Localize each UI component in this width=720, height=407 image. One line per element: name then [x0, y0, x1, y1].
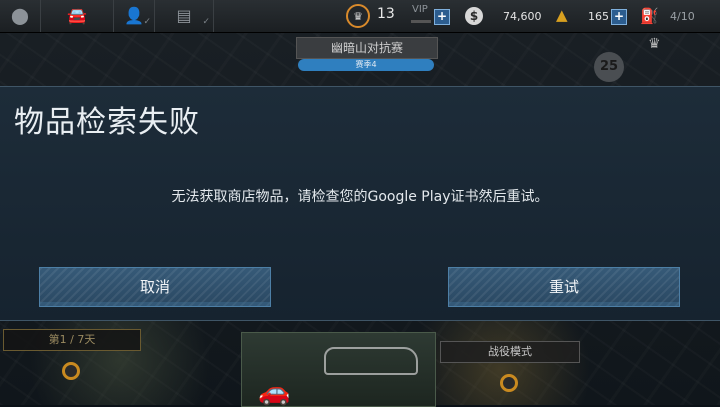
- campaign-mode-button[interactable]: 战役模式: [440, 341, 580, 363]
- daily-progress-label[interactable]: 第1 / 7天: [3, 329, 141, 351]
- map-marker-icon[interactable]: [62, 362, 80, 380]
- news-icon: ▤: [176, 6, 192, 25]
- dialog-message: 无法获取商店物品，请检查您的Google Play证书然后重试。: [171, 189, 549, 205]
- gold-amount: 165: [588, 10, 609, 23]
- vip-progress-bar: [411, 20, 431, 23]
- user-add-icon: 👤: [124, 6, 144, 25]
- garage-button[interactable]: 🚘: [41, 0, 114, 32]
- garage-preview[interactable]: 🚗: [241, 332, 436, 407]
- event-title: 幽暗山对抗赛: [296, 37, 438, 59]
- check-icon: ✓: [143, 17, 151, 27]
- vip-label: VIP: [412, 4, 428, 15]
- car-icon: 🚘: [67, 6, 87, 25]
- crown-icon: ♛: [648, 36, 661, 52]
- fuel-count: 4/10: [670, 10, 695, 23]
- fuel-pump-icon: ⛽: [640, 7, 659, 25]
- cancel-button[interactable]: 取消: [39, 267, 271, 307]
- crown-count: 13: [377, 6, 395, 22]
- retry-button[interactable]: 重试: [448, 267, 680, 307]
- dollar-coin-icon: $: [465, 7, 483, 25]
- map-button[interactable]: ⬤: [0, 0, 41, 32]
- map-marker-icon[interactable]: [500, 374, 518, 392]
- dialog-title: 物品检索失败: [14, 105, 200, 140]
- car-icon: 🚗: [258, 377, 291, 407]
- car-silhouette: [324, 347, 418, 375]
- check-icon: ✓: [202, 17, 210, 27]
- gold-plus-button[interactable]: +: [611, 9, 627, 25]
- gold-bars-icon: ▲: [556, 6, 568, 24]
- news-button[interactable]: ▤ ✓: [155, 0, 214, 32]
- event-season-bar: 赛季4: [298, 59, 434, 71]
- crown-icon: ♛: [346, 4, 370, 28]
- money-amount: 74,600: [503, 10, 542, 23]
- friends-button[interactable]: 👤 ✓: [114, 0, 155, 32]
- vip-plus-button[interactable]: +: [434, 9, 450, 25]
- level-badge: 25: [594, 52, 624, 82]
- map-pin-icon: ⬤: [11, 6, 29, 25]
- error-dialog: 物品检索失败 无法获取商店物品，请检查您的Google Play证书然后重试。 …: [0, 86, 720, 321]
